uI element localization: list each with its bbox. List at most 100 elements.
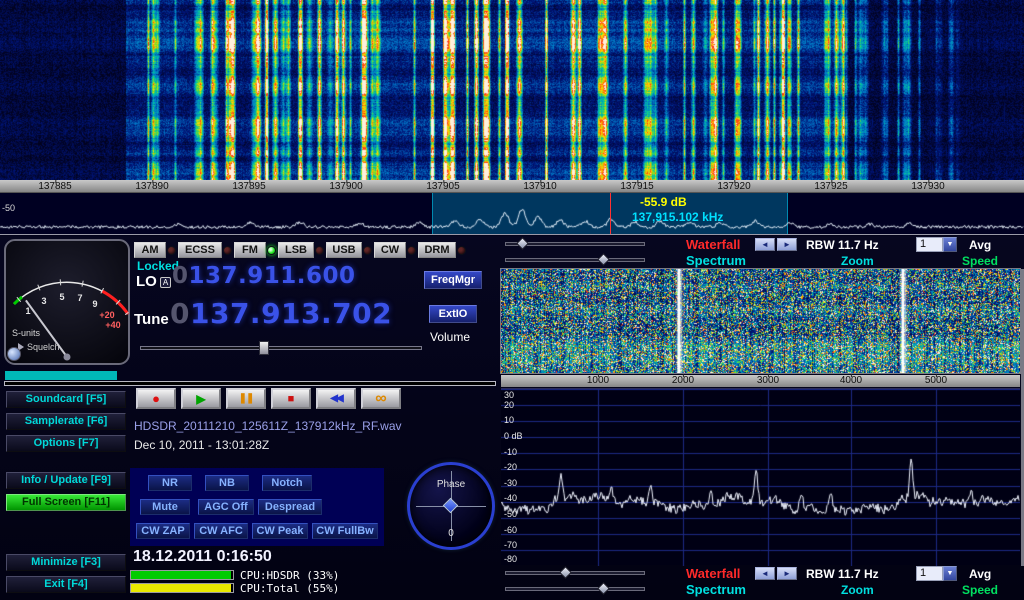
spectrum-adjust-slider[interactable] — [505, 258, 645, 262]
lo-frequency-display[interactable]: 0137.911.600 — [172, 263, 356, 289]
tune-frequency-digits[interactable]: 137.913.702 — [190, 297, 392, 330]
avg-select-value: 1 — [916, 237, 943, 252]
avg-select[interactable]: 1 ▼ — [916, 566, 957, 581]
waterfall-adjust-slider[interactable] — [505, 571, 645, 575]
cw-zap-button[interactable]: CW ZAP — [136, 523, 190, 539]
squelch-slider-track[interactable] — [4, 381, 496, 386]
record-button[interactable]: ● — [136, 388, 176, 409]
loop-button[interactable]: ∞ — [361, 388, 401, 409]
tune-frequency-prefix: 0 — [170, 297, 190, 330]
freq-tick: 137915 — [620, 181, 653, 192]
squelch-knob[interactable] — [8, 348, 21, 361]
exit-button[interactable]: Exit [F4] — [6, 576, 126, 593]
fullscreen-button[interactable]: Full Screen [F11] — [6, 494, 126, 511]
recording-filename: HDSDR_20111210_125611Z_137912kHz_RF.wav — [134, 419, 402, 433]
volume-slider-thumb[interactable] — [259, 341, 269, 355]
speed-label[interactable]: Speed — [962, 254, 998, 268]
nr-button[interactable]: NR — [148, 475, 192, 491]
slider-thumb[interactable] — [597, 582, 610, 595]
squelch-level-bar[interactable] — [5, 371, 117, 380]
soundcard-button[interactable]: Soundcard [F5] — [6, 391, 126, 408]
slider-thumb[interactable] — [597, 253, 610, 266]
tune-cursor[interactable] — [610, 193, 611, 234]
mode-button-fm[interactable]: FM — [234, 242, 266, 258]
main-waterfall-display[interactable] — [0, 0, 1024, 180]
nb-button[interactable]: NB — [205, 475, 249, 491]
speed-label[interactable]: Speed — [962, 583, 998, 597]
avg-select-value: 1 — [916, 566, 943, 581]
mode-lsb-led — [315, 246, 324, 255]
freq-tick: 137930 — [911, 181, 944, 192]
transport-controls: ● ▶ ❚❚ ■ ◀◀ ∞ — [136, 388, 401, 409]
audio-waterfall-display[interactable] — [501, 269, 1020, 373]
slider-thumb[interactable] — [516, 237, 529, 250]
mode-button-usb[interactable]: USB — [326, 242, 362, 258]
tune-label: Tune — [134, 311, 169, 328]
extio-button[interactable]: ExtIO — [429, 305, 477, 323]
squelch-label: Squelch — [27, 342, 60, 352]
dropdown-arrow-icon[interactable]: ▼ — [943, 566, 957, 581]
shift-right-button[interactable]: ► — [777, 567, 797, 580]
mode-button-ecss[interactable]: ECSS — [178, 242, 222, 258]
display-controls-top: Waterfall Spectrum ◄ ► RBW 11.7 Hz Zoom … — [503, 237, 1023, 270]
notch-button[interactable]: Notch — [262, 475, 312, 491]
strip-axis-label: -50 — [2, 203, 15, 213]
despread-button[interactable]: Despread — [258, 499, 322, 515]
audio-freq-tick: 5000 — [925, 375, 947, 386]
dropdown-arrow-icon[interactable]: ▼ — [943, 237, 957, 252]
volume-slider[interactable] — [140, 346, 422, 350]
main-spectrum-display[interactable]: -55.9 dB 137,915.102 kHz -50 — [0, 193, 1024, 235]
freqmgr-button[interactable]: FreqMgr — [424, 271, 482, 289]
spectrum-adjust-slider[interactable] — [505, 587, 645, 591]
avg-select[interactable]: 1 ▼ — [916, 237, 957, 252]
rbw-label: RBW 11.7 Hz — [806, 567, 879, 581]
stop-button[interactable]: ■ — [271, 388, 311, 409]
lo-frequency-digits[interactable]: 137.911.600 — [189, 263, 356, 289]
mode-fm-led — [267, 246, 276, 255]
zoom-label[interactable]: Zoom — [841, 583, 874, 597]
mode-button-cw[interactable]: CW — [374, 242, 406, 258]
mode-button-drm[interactable]: DRM — [418, 242, 456, 258]
lo-frequency-prefix: 0 — [172, 263, 189, 289]
pause-button[interactable]: ❚❚ — [226, 388, 266, 409]
freq-tick: 137890 — [135, 181, 168, 192]
rewind-icon: ◀◀ — [330, 393, 341, 404]
db-axis-label: -60 — [504, 525, 517, 535]
mode-button-lsb[interactable]: LSB — [278, 242, 314, 258]
waterfall-adjust-slider[interactable] — [505, 242, 645, 246]
audio-frequency-scale[interactable]: 1000 2000 3000 4000 5000 — [501, 375, 1020, 387]
mode-button-am[interactable]: AM — [134, 242, 166, 258]
shift-right-button[interactable]: ► — [777, 238, 797, 251]
lo-lock-badge[interactable]: A — [160, 277, 171, 288]
mode-usb-led — [363, 246, 372, 255]
freq-tick: 137910 — [523, 181, 556, 192]
zoom-label[interactable]: Zoom — [841, 254, 874, 268]
rewind-button[interactable]: ◀◀ — [316, 388, 356, 409]
frequency-scale[interactable]: 137885 137890 137895 137900 137905 13791… — [0, 180, 1024, 193]
shift-left-button[interactable]: ◄ — [755, 567, 775, 580]
db-axis-label: 10 — [504, 415, 514, 425]
slider-thumb[interactable] — [559, 566, 572, 579]
options-button[interactable]: Options [F7] — [6, 435, 126, 452]
shift-left-button[interactable]: ◄ — [755, 238, 775, 251]
cw-afc-button[interactable]: CW AFC — [194, 523, 248, 539]
cw-peak-button[interactable]: CW Peak — [252, 523, 308, 539]
audio-freq-tick: 1000 — [587, 375, 609, 386]
recording-timestamp: Dec 10, 2011 - 13:01:28Z — [134, 438, 269, 452]
cw-fullbw-button[interactable]: CW FullBw — [312, 523, 378, 539]
spectrum-tab[interactable]: Spectrum — [686, 582, 746, 597]
info-update-button[interactable]: Info / Update [F9] — [6, 472, 126, 489]
tune-frequency-display[interactable]: 0137.913.702 — [170, 297, 392, 330]
minimize-button[interactable]: Minimize [F3] — [6, 554, 126, 571]
spectrum-trace — [0, 193, 1024, 235]
audio-spectrum-display[interactable] — [501, 389, 1020, 566]
agc-button[interactable]: AGC Off — [198, 499, 254, 515]
meter-tick-label: +40 — [105, 320, 120, 330]
spectrum-tab[interactable]: Spectrum — [686, 253, 746, 268]
play-button[interactable]: ▶ — [181, 388, 221, 409]
mute-button[interactable]: Mute — [140, 499, 190, 515]
samplerate-button[interactable]: Samplerate [F6] — [6, 413, 126, 430]
mode-ecss-led — [223, 246, 232, 255]
waterfall-tab[interactable]: Waterfall — [686, 566, 740, 581]
waterfall-tab[interactable]: Waterfall — [686, 237, 740, 252]
